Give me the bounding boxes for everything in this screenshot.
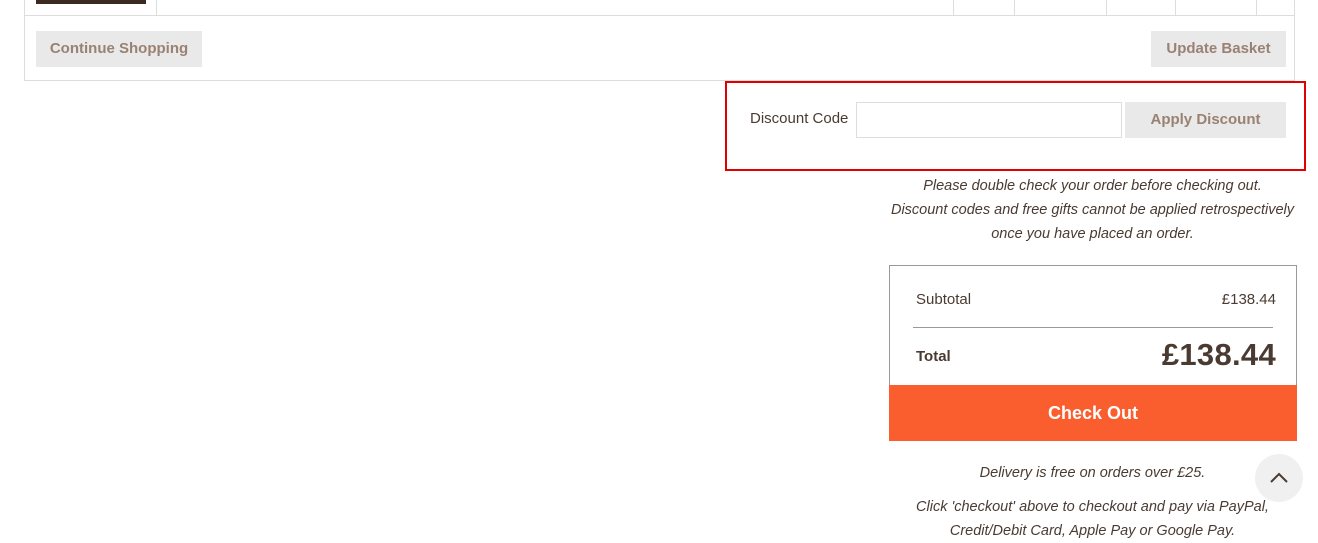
order-totals: Subtotal £138.44 Total £138.44 Check Out [889, 265, 1297, 441]
basket-page: Continue Shopping Update Basket Discount… [0, 0, 1318, 543]
discount-section: Discount Code Apply Discount [725, 81, 1306, 171]
total-value: £138.44 [1161, 337, 1276, 372]
checkout-button[interactable]: Check Out [889, 385, 1297, 441]
apply-discount-button[interactable]: Apply Discount [1125, 102, 1286, 138]
subtotal-label: Subtotal [916, 291, 972, 308]
update-basket-button[interactable]: Update Basket [1151, 31, 1286, 67]
order-notice-line: Discount codes and free gifts cannot be … [890, 202, 1294, 218]
table-cell-divider [1175, 0, 1176, 15]
delivery-note: Delivery is free on orders over £25. [979, 465, 1206, 481]
payment-note-line: Credit/Debit Card, Apple Pay or Google P… [949, 523, 1236, 539]
chevron-up-icon [1270, 472, 1288, 483]
subtotal-value: £138.44 [1221, 291, 1276, 308]
table-cell-divider [953, 0, 954, 15]
discount-code-label: Discount Code [750, 110, 849, 127]
table-cell-divider [1256, 0, 1257, 15]
totals-divider [913, 327, 1273, 328]
scroll-to-top-button[interactable] [1255, 454, 1303, 502]
discount-code-input[interactable] [856, 102, 1122, 138]
table-row-border [25, 15, 1294, 16]
total-label: Total [916, 348, 951, 365]
table-cell-divider [1106, 0, 1107, 15]
order-notice-line: once you have placed an order. [991, 226, 1194, 242]
payment-note: Click 'checkout' above to checkout and p… [880, 495, 1305, 543]
table-cell-divider [156, 0, 157, 15]
payment-note-line: Click 'checkout' above to checkout and p… [916, 499, 1269, 515]
continue-shopping-button[interactable]: Continue Shopping [36, 31, 202, 67]
table-cell-divider [1014, 0, 1015, 15]
order-notice: Please double check your order before ch… [880, 174, 1305, 246]
product-thumbnail[interactable] [36, 0, 146, 4]
basket-table: Continue Shopping Update Basket [24, 0, 1295, 81]
order-notice-line: Please double check your order before ch… [923, 178, 1262, 194]
